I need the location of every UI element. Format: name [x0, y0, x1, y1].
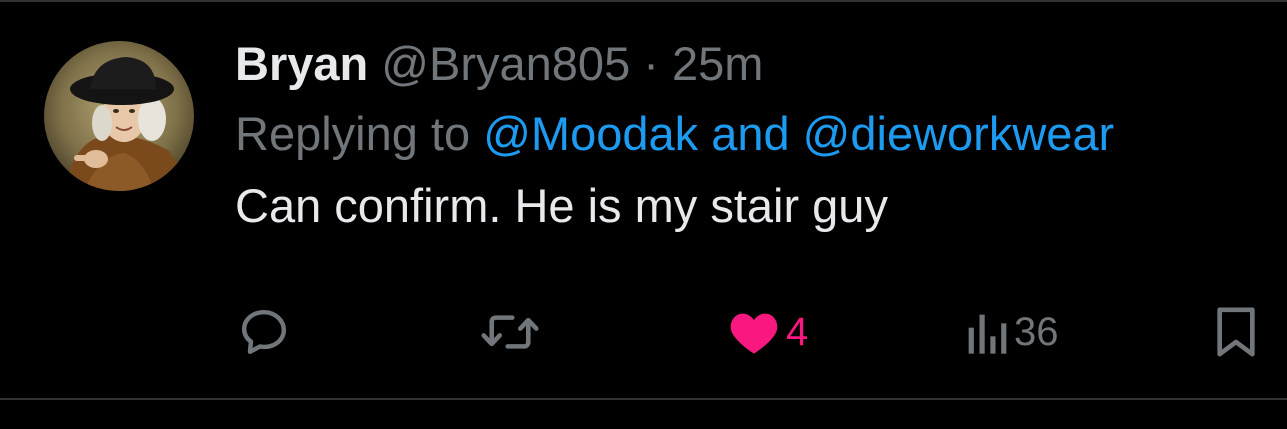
tweet-timestamp[interactable]: 25m	[672, 37, 763, 90]
tweet-content: Bryan @Bryan805 · 25m Replying to @Mooda…	[235, 28, 1287, 242]
tweet-action-bar: 4 36	[0, 300, 1287, 364]
replying-to-line: Replying to @Moodak and @dieworkwear	[235, 102, 1287, 166]
bottom-divider	[0, 398, 1287, 400]
replying-to-prefix: Replying to	[235, 107, 471, 160]
bar-chart-icon	[968, 314, 1007, 354]
author-handle[interactable]: @Bryan805	[381, 37, 630, 90]
avatar-image	[44, 41, 194, 191]
mention-link-dieworkwear[interactable]: @dieworkwear	[803, 107, 1115, 160]
reply-button[interactable]	[236, 300, 292, 364]
views-button[interactable]: 36	[964, 300, 1059, 364]
header-separator: ·	[643, 37, 659, 90]
like-count: 4	[786, 309, 809, 354]
tweet-header: Bryan @Bryan805 · 25m	[235, 28, 1287, 100]
top-divider	[0, 0, 1287, 2]
author-display-name[interactable]: Bryan	[235, 37, 368, 90]
heart-icon	[730, 313, 778, 354]
bookmark-button[interactable]	[1212, 300, 1260, 364]
retweet-icon	[481, 315, 539, 349]
views-count: 36	[1014, 309, 1059, 354]
retweet-button[interactable]	[478, 300, 542, 364]
bookmark-icon	[1217, 307, 1255, 357]
like-button[interactable]: 4	[728, 300, 808, 364]
speech-bubble-icon	[241, 309, 287, 355]
avatar[interactable]	[44, 41, 194, 191]
replying-to-conjunction[interactable]: and	[711, 107, 789, 160]
mention-link-moodak[interactable]: @Moodak	[483, 107, 698, 160]
tweet-text: Can confirm. He is my stair guy	[235, 179, 888, 232]
